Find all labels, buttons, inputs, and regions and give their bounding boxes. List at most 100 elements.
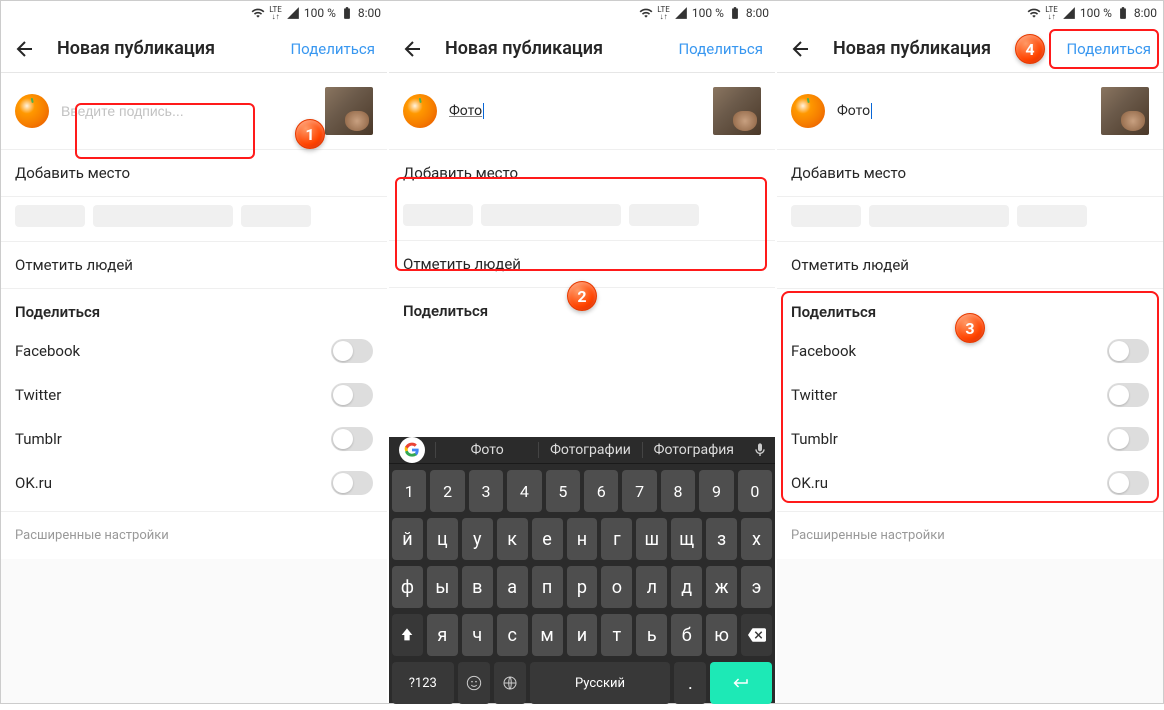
key-э[interactable]: э (741, 566, 772, 608)
toggle-okru[interactable] (331, 471, 373, 495)
key-2[interactable]: 2 (430, 470, 464, 512)
key-з[interactable]: з (706, 518, 737, 560)
caption-row: Фото (777, 73, 1163, 150)
key-с[interactable]: с (497, 614, 528, 656)
keyboard-suggestion[interactable]: Фото (435, 442, 538, 458)
key-и[interactable]: и (567, 614, 598, 656)
symbols-key[interactable]: ?123 (392, 662, 454, 704)
share-label: Tumblr (791, 430, 838, 448)
key-м[interactable]: м (532, 614, 563, 656)
battery-percent: 100 % (304, 6, 336, 20)
key-7[interactable]: 7 (622, 470, 656, 512)
share-button[interactable]: Поделиться (1066, 40, 1151, 58)
key-т[interactable]: т (601, 614, 632, 656)
key-й[interactable]: й (392, 518, 423, 560)
back-arrow-icon[interactable] (13, 37, 37, 61)
key-о[interactable]: о (601, 566, 632, 608)
status-bar: LTE↓↑ 100 % 8:00 (389, 1, 775, 25)
key-е[interactable]: е (532, 518, 563, 560)
toggle-tumblr[interactable] (1107, 427, 1149, 451)
tag-people-row[interactable]: Отметить людей (1, 242, 387, 289)
mic-icon[interactable] (745, 442, 775, 458)
key-ь[interactable]: ь (636, 614, 667, 656)
emoji-key[interactable] (458, 662, 490, 704)
location-pill[interactable] (791, 205, 861, 227)
post-thumbnail[interactable] (325, 87, 373, 135)
post-thumbnail[interactable] (1101, 87, 1149, 135)
add-location-row[interactable]: Добавить место (389, 150, 775, 196)
advanced-settings[interactable]: Расширенные настройки (1, 512, 387, 559)
key-ц[interactable]: ц (427, 518, 458, 560)
caption-input[interactable]: Фото (837, 103, 1089, 119)
toggle-twitter[interactable] (331, 383, 373, 407)
add-location-row[interactable]: Добавить место (777, 150, 1163, 197)
key-а[interactable]: а (497, 566, 528, 608)
keyboard-suggestion[interactable]: Фотография (642, 442, 745, 458)
key-3[interactable]: 3 (469, 470, 503, 512)
location-pill[interactable] (1017, 205, 1087, 227)
key-щ[interactable]: щ (671, 518, 702, 560)
location-pill[interactable] (481, 204, 621, 226)
key-9[interactable]: 9 (699, 470, 733, 512)
key-8[interactable]: 8 (661, 470, 695, 512)
tag-people-row[interactable]: Отметить людей (777, 242, 1163, 289)
globe-key[interactable] (494, 662, 526, 704)
toggle-okru[interactable] (1107, 471, 1149, 495)
location-pill[interactable] (629, 204, 699, 226)
key-у[interactable]: у (462, 518, 493, 560)
period-key[interactable]: . (674, 662, 706, 704)
key-л[interactable]: л (636, 566, 667, 608)
wifi-icon (639, 6, 653, 20)
toggle-twitter[interactable] (1107, 383, 1149, 407)
key-к[interactable]: к (497, 518, 528, 560)
location-pill[interactable] (869, 205, 1009, 227)
wifi-icon (251, 6, 265, 20)
google-icon[interactable] (399, 437, 425, 463)
backspace-key[interactable] (741, 614, 772, 656)
key-б[interactable]: б (671, 614, 702, 656)
key-д[interactable]: д (671, 566, 702, 608)
back-arrow-icon[interactable] (789, 37, 813, 61)
key-1[interactable]: 1 (392, 470, 426, 512)
key-ч[interactable]: ч (462, 614, 493, 656)
key-ш[interactable]: ш (636, 518, 667, 560)
location-pill[interactable] (241, 205, 311, 227)
app-header: Новая публикация Поделиться 4 (777, 25, 1163, 73)
key-ж[interactable]: ж (706, 566, 737, 608)
location-suggestions (1, 197, 387, 242)
spacebar-key[interactable]: Русский (530, 662, 671, 704)
shift-key[interactable] (392, 614, 423, 656)
page-title: Новая публикация (57, 38, 290, 59)
key-я[interactable]: я (427, 614, 458, 656)
advanced-settings[interactable]: Расширенные настройки (777, 512, 1163, 559)
caption-input[interactable]: Фото (449, 103, 701, 119)
key-п[interactable]: п (532, 566, 563, 608)
share-button[interactable]: Поделиться (290, 40, 375, 58)
key-р[interactable]: р (567, 566, 598, 608)
location-pill[interactable] (403, 204, 473, 226)
key-н[interactable]: н (567, 518, 598, 560)
toggle-tumblr[interactable] (331, 427, 373, 451)
back-arrow-icon[interactable] (401, 37, 425, 61)
post-thumbnail[interactable] (713, 87, 761, 135)
key-г[interactable]: г (601, 518, 632, 560)
location-pill[interactable] (93, 205, 233, 227)
caption-input[interactable] (61, 103, 313, 119)
key-х[interactable]: х (741, 518, 772, 560)
key-6[interactable]: 6 (584, 470, 618, 512)
keyboard-suggestion[interactable]: Фотографии (538, 442, 641, 458)
key-в[interactable]: в (462, 566, 493, 608)
key-ф[interactable]: ф (392, 566, 423, 608)
toggle-facebook[interactable] (1107, 339, 1149, 363)
key-ы[interactable]: ы (427, 566, 458, 608)
key-ю[interactable]: ю (706, 614, 737, 656)
avatar (403, 94, 437, 128)
toggle-facebook[interactable] (331, 339, 373, 363)
enter-key[interactable] (710, 662, 772, 704)
key-0[interactable]: 0 (738, 470, 772, 512)
key-5[interactable]: 5 (546, 470, 580, 512)
add-location-row[interactable]: Добавить место (1, 150, 387, 197)
key-4[interactable]: 4 (507, 470, 541, 512)
share-button[interactable]: Поделиться (678, 40, 763, 58)
location-pill[interactable] (15, 205, 85, 227)
